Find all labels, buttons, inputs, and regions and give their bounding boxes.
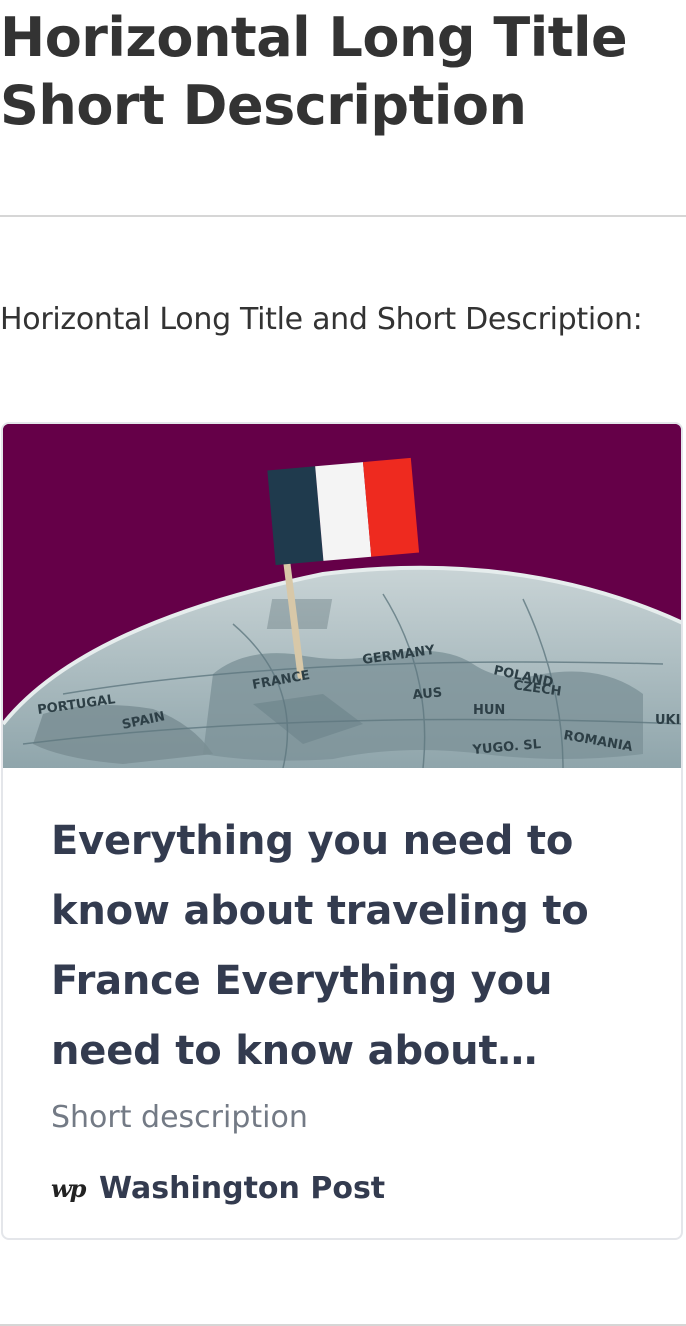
source-name: Washington Post	[99, 1170, 386, 1206]
card-title[interactable]: Everything you need to know about travel…	[51, 806, 651, 1086]
page-title-line-2: Short Description	[0, 74, 527, 137]
card-title-line-4: need to know about…	[51, 1028, 538, 1074]
article-card[interactable]: GERMANY POLAND FRANCE SPAIN AUS CZECH HU…	[1, 422, 683, 1240]
globe-with-french-flag-image[interactable]: GERMANY POLAND FRANCE SPAIN AUS CZECH HU…	[3, 424, 681, 768]
map-label-hun: HUN	[473, 703, 505, 718]
map-label-uki: UKI	[655, 713, 680, 728]
card-title-line-1: Everything you need to	[51, 818, 574, 864]
card-image-svg: GERMANY POLAND FRANCE SPAIN AUS CZECH HU…	[3, 424, 681, 768]
page: Horizontal Long Title Short Description …	[0, 0, 686, 1326]
page-title-line-1: Horizontal Long Title	[0, 6, 628, 69]
washington-post-logo-icon: wp	[51, 1173, 86, 1203]
page-title: Horizontal Long Title Short Description	[0, 4, 628, 140]
card-source: wp Washington Post	[51, 1168, 385, 1208]
card-title-line-3: France Everything you	[51, 958, 553, 1004]
map-label-aus: AUS	[412, 685, 443, 703]
card-title-line-2: know about traveling to	[51, 888, 589, 934]
card-description: Short description	[51, 1100, 308, 1135]
section-label: Horizontal Long Title and Short Descript…	[0, 302, 643, 337]
top-divider	[0, 215, 686, 217]
